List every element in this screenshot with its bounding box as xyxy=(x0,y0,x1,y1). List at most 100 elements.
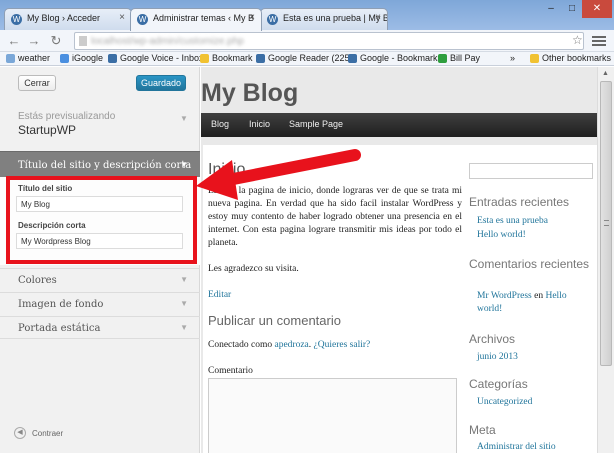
section-site-title[interactable]: Título del sitio y descripción corta ▼ xyxy=(0,151,200,177)
close-icon[interactable]: × xyxy=(375,12,381,23)
nav-item-blog[interactable]: Blog xyxy=(211,119,229,129)
section-label: Imagen de fondo xyxy=(18,299,104,310)
google-icon xyxy=(348,54,357,63)
search-input[interactable] xyxy=(469,163,593,179)
bookmark-bookmark[interactable]: Bookmark xyxy=(200,53,253,63)
tab-label: Administrar temas ‹ My B xyxy=(153,13,255,23)
minimize-button[interactable]: – xyxy=(540,0,562,18)
recent-comment-item: Mr WordPress en Hello world! xyxy=(477,290,593,316)
reload-icon[interactable]: ↻ xyxy=(48,33,64,49)
bookmark-label: Google - Bookmarks xyxy=(360,53,443,63)
close-button[interactable]: Cerrar xyxy=(18,75,56,91)
category-link[interactable]: Uncategorized xyxy=(477,396,593,409)
nav-item-inicio[interactable]: Inicio xyxy=(249,119,270,129)
recent-comments-title: Comentarios recientes xyxy=(469,257,590,271)
bill-pay-icon xyxy=(438,54,447,63)
saved-button[interactable]: Guardado xyxy=(136,75,186,91)
recent-post-link[interactable]: Esta es una prueba xyxy=(477,215,593,228)
section-portada-estatica[interactable]: Portada estática ▼ xyxy=(0,316,200,339)
address-bar[interactable]: localhost/wp-admin/customize.php xyxy=(74,32,584,50)
bookmark-label: weather xyxy=(18,53,51,63)
browser-title-bar: W My Blog › Acceder × W Administrar tema… xyxy=(0,0,614,31)
section-colores[interactable]: Colores ▼ xyxy=(0,268,200,291)
blog-title[interactable]: My Blog xyxy=(201,79,298,108)
preview-scrollbar[interactable]: ▲ xyxy=(597,67,614,453)
bookmark-google-reader[interactable]: Google Reader (225) xyxy=(256,53,353,63)
chevron-down-icon: ▼ xyxy=(180,323,188,332)
bookmark-label: Google Reader (225) xyxy=(268,53,353,63)
annotation-box xyxy=(6,176,197,264)
bookmark-bill-pay[interactable]: Bill Pay xyxy=(438,53,480,63)
grip-icon xyxy=(604,220,609,226)
meta-title: Meta xyxy=(469,423,496,437)
section-label: Colores xyxy=(18,275,57,286)
menu-icon[interactable] xyxy=(592,34,606,48)
archive-link[interactable]: junio 2013 xyxy=(477,351,593,364)
wordpress-icon: W xyxy=(267,14,278,25)
tab-esta-es-una-prueba[interactable]: W Esta es una prueba | My Bl × xyxy=(260,8,388,30)
page-title: Inicio xyxy=(208,161,246,178)
scrollbar-thumb[interactable] xyxy=(600,81,612,366)
google-icon xyxy=(108,54,117,63)
bookmark-label: iGoogle xyxy=(72,53,104,63)
collapse-button[interactable]: ◀ Contraer xyxy=(14,427,63,439)
visit-text: Les agradezco su visita. xyxy=(208,264,299,274)
bookmark-igoogle[interactable]: iGoogle xyxy=(60,53,103,63)
previewing-label: Estás previsualizando xyxy=(18,111,116,122)
section-label: Portada estática xyxy=(18,323,101,334)
recent-posts-title: Entradas recientes xyxy=(469,195,570,209)
tab-administrar-temas[interactable]: W Administrar temas ‹ My B × xyxy=(130,8,262,31)
bookmark-label: Other bookmarks xyxy=(542,53,612,63)
scroll-up-arrow-icon[interactable]: ▲ xyxy=(602,70,609,77)
wordpress-icon: W xyxy=(11,14,22,25)
blog-content: Inicio Esta es la pagina de inicio, dond… xyxy=(203,145,597,453)
logout-link[interactable]: ¿Quieres salir? xyxy=(314,340,371,350)
bookmarks-bar: weather iGoogle Google Voice - Inbox Boo… xyxy=(0,52,614,66)
page-body: Esta es la pagina de inicio, donde logra… xyxy=(208,186,462,248)
bookmark-google-voice[interactable]: Google Voice - Inbox xyxy=(108,53,204,63)
user-link[interactable]: apedroza xyxy=(274,340,308,350)
edit-link[interactable]: Editar xyxy=(208,290,231,300)
archives-title: Archivos xyxy=(469,332,516,346)
comment-author-link[interactable]: Mr WordPress xyxy=(477,291,532,301)
igoogle-icon xyxy=(60,54,69,63)
section-label: Título del sitio y descripción corta xyxy=(18,160,192,171)
categories-title: Categorías xyxy=(469,377,528,391)
chevron-down-icon[interactable]: ▼ xyxy=(180,114,188,123)
comment-on-text: en xyxy=(534,291,544,301)
theme-name: StartupWP xyxy=(18,123,77,137)
bookmark-label: Bill Pay xyxy=(450,53,481,63)
forward-arrow-icon[interactable]: → xyxy=(26,33,42,49)
blog-preview: My Blog Blog Inicio Sample Page Inicio E… xyxy=(201,67,597,453)
close-icon[interactable]: × xyxy=(249,12,255,23)
bookmark-label: Bookmark xyxy=(212,53,253,63)
wordpress-icon: W xyxy=(137,14,148,25)
google-icon xyxy=(256,54,265,63)
folder-icon xyxy=(200,54,209,63)
blog-nav: Blog Inicio Sample Page xyxy=(201,113,597,137)
cloud-icon xyxy=(6,54,15,63)
chevron-down-icon: ▼ xyxy=(180,275,188,284)
address-url: localhost/wp-admin/customize.php xyxy=(91,36,244,47)
bookmark-google-bookmarks[interactable]: Google - Bookmarks xyxy=(348,53,442,63)
chevron-down-icon: ▼ xyxy=(180,299,188,308)
recent-post-link[interactable]: Hello world! xyxy=(477,229,593,242)
close-icon[interactable]: × xyxy=(119,12,125,23)
page-icon xyxy=(79,36,87,46)
reply-title: Publicar un comentario xyxy=(208,313,341,328)
bookmarks-overflow[interactable]: » xyxy=(510,53,515,63)
meta-link[interactable]: Administrar del sitio xyxy=(477,441,593,453)
tab-label: My Blog › Acceder xyxy=(27,13,101,23)
nav-item-sample-page[interactable]: Sample Page xyxy=(289,119,343,129)
tab-my-blog-acceder[interactable]: W My Blog › Acceder × xyxy=(4,8,132,30)
chevron-down-icon: ▼ xyxy=(180,160,188,169)
bookmark-weather[interactable]: weather xyxy=(6,53,50,63)
section-imagen-de-fondo[interactable]: Imagen de fondo ▼ xyxy=(0,292,200,315)
back-arrow-icon[interactable]: ← xyxy=(6,33,22,49)
comment-textarea[interactable] xyxy=(208,378,457,453)
star-icon[interactable]: ☆ xyxy=(572,33,583,47)
window-close-button[interactable]: ✕ xyxy=(582,0,612,18)
bookmark-other[interactable]: Other bookmarks xyxy=(530,53,611,63)
maximize-button[interactable]: □ xyxy=(562,0,582,18)
collapse-arrow-icon: ◀ xyxy=(14,427,26,439)
